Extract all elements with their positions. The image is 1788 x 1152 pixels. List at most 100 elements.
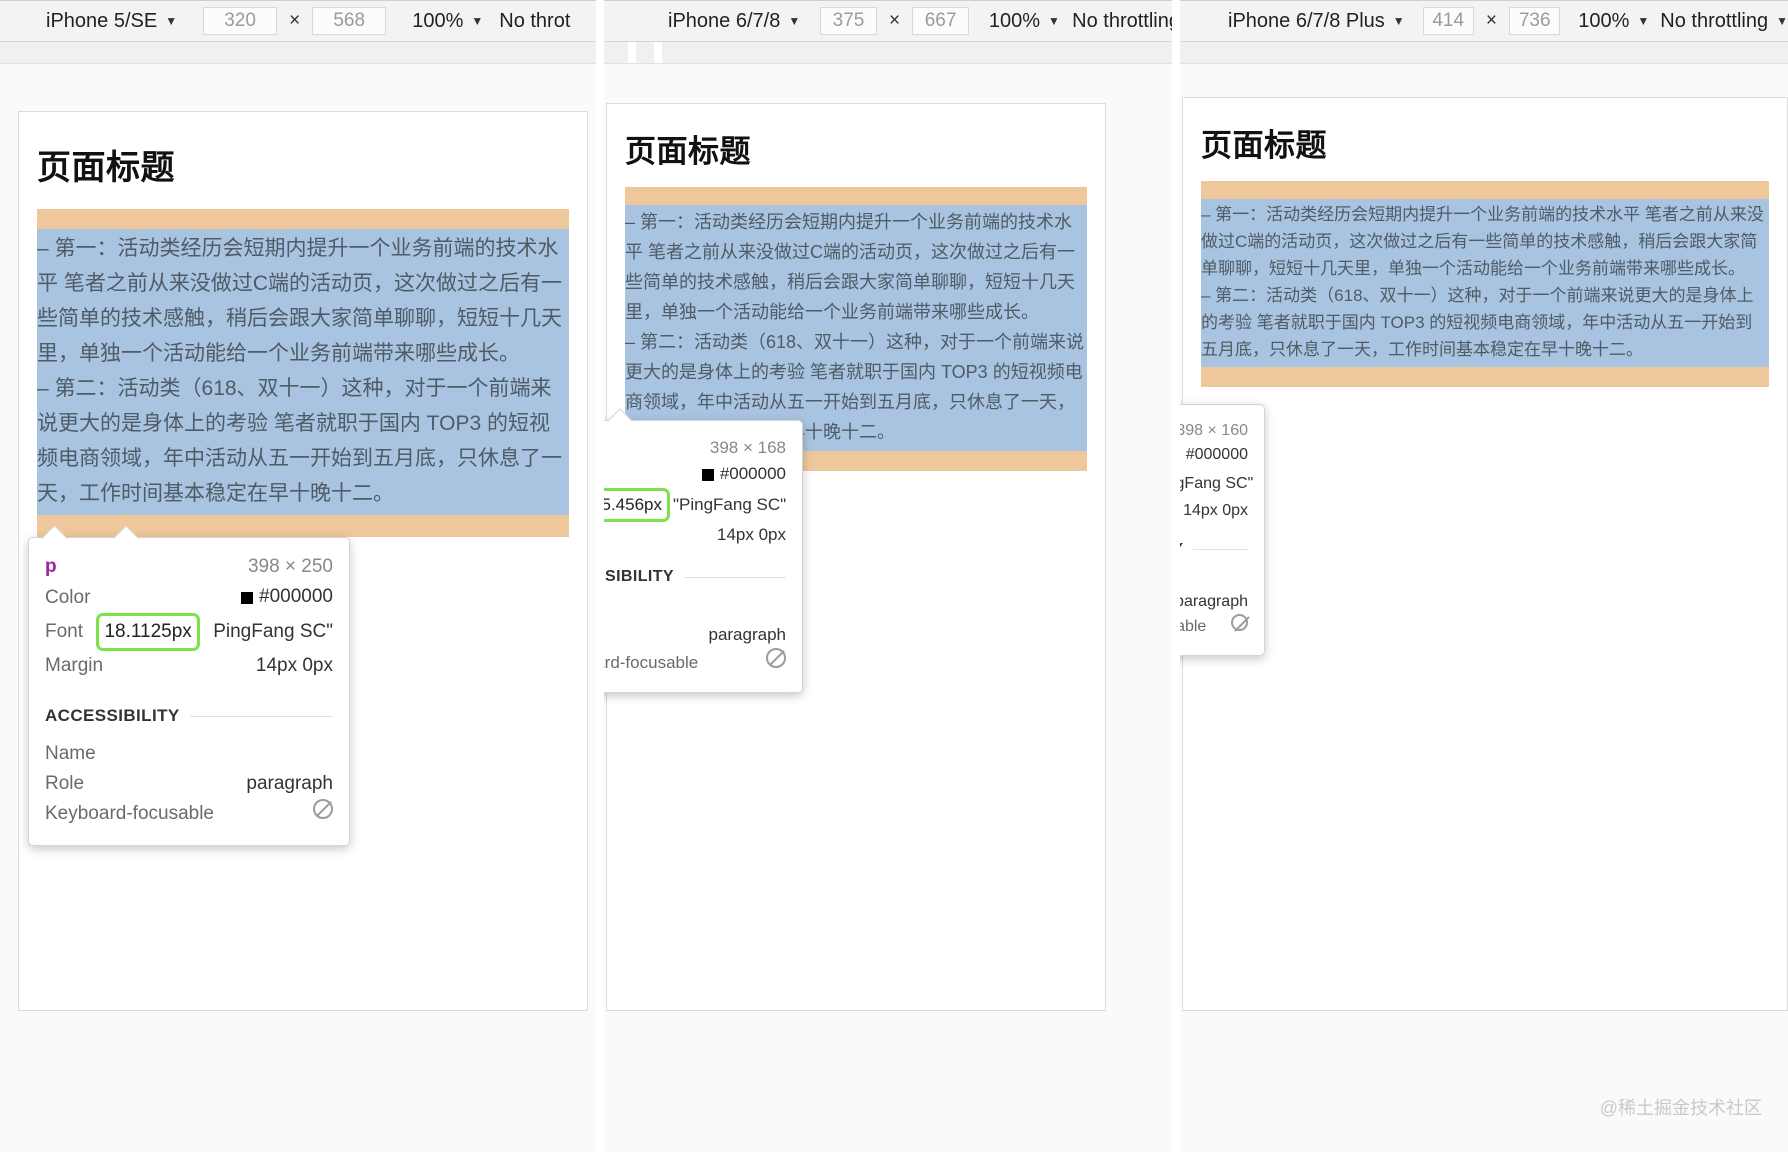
emulated-page-2: 页面标题 – 第一：活动类经历会短期内提升一个业务前端的技术水平 笔者之前从来没… [607, 104, 1105, 471]
viewport-width-value-1: 320 [224, 10, 256, 31]
tooltip-font-row-3: Font 14px "PingFang SC" [1180, 469, 1253, 499]
tooltip-focus-row-3: Keyboard-focusable [1180, 614, 1248, 639]
viewport-height-input-1[interactable]: 568 [312, 7, 387, 35]
gutter-top-2 [604, 64, 1180, 86]
tooltip-font-row-2: Font 15.456px "PingFang SC" [604, 488, 786, 522]
tooltip-name-row-3: Name [1180, 566, 1248, 590]
top-band-3 [1201, 181, 1769, 199]
paragraph-highlight-2: – 第一：活动类经历会短期内提升一个业务前端的技术水平 笔者之前从来没做过C端的… [625, 205, 1087, 451]
device-panel-iphone678plus: iPhone 6/7/8 Plus ▼ 414 × 736 100% ▼ No … [1180, 0, 1788, 1152]
tooltip-margin-value-2: 14px 0px [717, 525, 786, 544]
tooltip-role-label-1: Role [45, 773, 85, 794]
element-tooltip-2: p 398 × 168 Color #000000 Font 15.456px … [604, 408, 803, 693]
element-tooltip-3: p 398 × 160 Color #000000 Font 14px "Pin… [1180, 404, 1265, 656]
tooltip-font-row-1: Font 18.1125px PingFang SC" [45, 613, 333, 651]
bottom-band-3 [1201, 367, 1769, 387]
viewport-height-input-2[interactable]: 667 [912, 7, 970, 35]
throttling-label-3: No throttling [1660, 10, 1769, 32]
viewport-height-input-3[interactable]: 736 [1509, 7, 1561, 35]
gutter-top-1 [0, 64, 604, 94]
chevron-down-icon: ▼ [788, 14, 801, 28]
watermark: @稀土掘金技术社区 [1599, 1098, 1762, 1118]
tooltip-dimensions-3: 398 × 160 [1180, 422, 1248, 439]
divider [684, 576, 786, 578]
top-band-2 [625, 187, 1087, 205]
dimension-separator-3: × [1485, 10, 1498, 31]
device-selector-2[interactable]: iPhone 6/7/8 ▼ [668, 11, 800, 31]
tooltip-color-row-2: Color #000000 [604, 461, 786, 488]
dimension-separator-1: × [289, 10, 301, 31]
tooltip-margin-row-3: Margin 14px 0px [1180, 499, 1248, 523]
tooltip-font-family-2: "PingFang SC" [672, 495, 787, 514]
zoom-value-3: 100% [1578, 10, 1630, 32]
throttling-selector-3[interactable]: No throttling ▼ [1660, 11, 1788, 31]
chevron-down-icon: ▼ [165, 14, 178, 28]
tooltip-font-family-1: PingFang SC" [213, 621, 333, 642]
panel-seam-1 [596, 0, 604, 1152]
device-name-label-3: iPhone 6/7/8 Plus [1228, 10, 1385, 32]
zoom-value-1: 100% [412, 10, 464, 32]
paragraph-highlight-3: – 第一：活动类经历会短期内提升一个业务前端的技术水平 笔者之前从来没做过C端的… [1201, 199, 1769, 367]
tooltip-color-value-2: #000000 [701, 461, 786, 487]
tooltip-margin-value-1: 14px 0px [255, 655, 333, 676]
tooltip-accessibility-header-3: ACCESSIBILITY [1180, 537, 1248, 561]
tooltip-accessibility-label-1: ACCESSIBILITY [45, 706, 180, 725]
divider [1193, 548, 1248, 550]
not-allowed-icon [766, 648, 786, 668]
zoom-selector-1[interactable]: 100% ▼ [412, 11, 483, 31]
chevron-down-icon: ▼ [1392, 14, 1405, 28]
viewport-height-value-1: 568 [333, 10, 366, 31]
page-title-1: 页面标题 [37, 149, 175, 187]
emulated-viewport-3: 页面标题 – 第一：活动类经历会短期内提升一个业务前端的技术水平 笔者之前从来没… [1182, 97, 1788, 1011]
device-ruler-3 [1180, 42, 1788, 64]
device-panel-iphone678: iPhone 6/7/8 ▼ 375 × 667 100% ▼ No throt… [604, 0, 1180, 1152]
chevron-down-icon: ▼ [1637, 14, 1650, 28]
chevron-down-icon: ▼ [471, 14, 484, 28]
tooltip-accessibility-header-2: ACCESSIBILITY [604, 564, 786, 590]
viewport-width-input-3[interactable]: 414 [1422, 7, 1474, 35]
device-ruler-2 [604, 42, 1180, 64]
tooltip-color-hex-3: #000000 [1185, 446, 1248, 463]
zoom-selector-2[interactable]: 100% ▼ [989, 11, 1060, 31]
tooltip-font-label-1: Font [45, 621, 84, 642]
viewport-height-value-2: 667 [924, 10, 957, 31]
tooltip-focus-label-3: Keyboard-focusable [1180, 618, 1207, 635]
tooltip-margin-row-2: Margin 14px 0px [604, 522, 786, 548]
tooltip-margin-row-1: Margin 14px 0px [45, 651, 333, 681]
paragraph-text-2: – 第一：活动类经历会短期内提升一个业务前端的技术水平 笔者之前从来没做过C端的… [625, 212, 1085, 442]
zoom-selector-3[interactable]: 100% ▼ [1578, 11, 1649, 31]
tooltip-margin-label-1: Margin [45, 655, 104, 676]
throttling-label-1[interactable]: No throt [499, 10, 570, 33]
viewport-width-input-1[interactable]: 320 [203, 7, 278, 35]
tooltip-dimensions-1: 398 × 250 [247, 556, 333, 577]
tooltip-margin-value-3: 14px 0px [1183, 502, 1248, 519]
tooltip-focus-row-1: Keyboard-focusable [45, 799, 333, 829]
page-title-2: 页面标题 [625, 134, 751, 169]
tooltip-color-label-1: Color [45, 587, 91, 608]
tooltip-name-row-2: Name [604, 596, 786, 622]
element-tooltip-1: p 398 × 250 Color #000000 Font 18.1125px… [28, 525, 350, 846]
emulated-page-1: 页面标题 – 第一：活动类经历会短期内提升一个业务前端的技术水平 笔者之前从来没… [19, 112, 587, 537]
device-toolbar-2: iPhone 6/7/8 ▼ 375 × 667 100% ▼ No throt… [604, 0, 1180, 42]
tooltip-header-2: p 398 × 168 [604, 435, 786, 461]
viewport-height-value-3: 736 [1518, 10, 1551, 31]
device-name-label-2: iPhone 6/7/8 [668, 10, 781, 32]
tooltip-color-row-3: Color #000000 [1180, 443, 1248, 469]
device-toolbar-3: iPhone 6/7/8 Plus ▼ 414 × 736 100% ▼ No … [1180, 0, 1788, 42]
tooltip-focus-label-1: Keyboard-focusable [45, 803, 214, 824]
tooltip-color-value-3: #000000 [1180, 443, 1248, 467]
throttling-label-2[interactable]: No throttling [1072, 10, 1180, 33]
tooltip-role-value-2: paragraph [708, 625, 786, 644]
tooltip-color-value-1: #000000 [241, 582, 333, 612]
tooltip-header-1: p 398 × 250 [45, 552, 333, 582]
panel-seam-2 [1172, 0, 1180, 1152]
tooltip-color-hex-2: #000000 [719, 464, 786, 483]
device-selector-3[interactable]: iPhone 6/7/8 Plus ▼ [1228, 11, 1405, 31]
device-selector-1[interactable]: iPhone 5/SE ▼ [46, 11, 177, 31]
paragraph-text-3: – 第一：活动类经历会短期内提升一个业务前端的技术水平 笔者之前从来没做过C端的… [1201, 205, 1764, 359]
viewport-width-input-2[interactable]: 375 [820, 7, 877, 35]
dimension-separator-2: × [889, 10, 901, 31]
emulated-page-3: 页面标题 – 第一：活动类经历会短期内提升一个业务前端的技术水平 笔者之前从来没… [1183, 98, 1787, 387]
tooltip-header-3: p 398 × 160 [1180, 419, 1248, 443]
paragraph-text-1: – 第一：活动类经历会短期内提升一个业务前端的技术水平 笔者之前从来没做过C端的… [37, 237, 562, 505]
